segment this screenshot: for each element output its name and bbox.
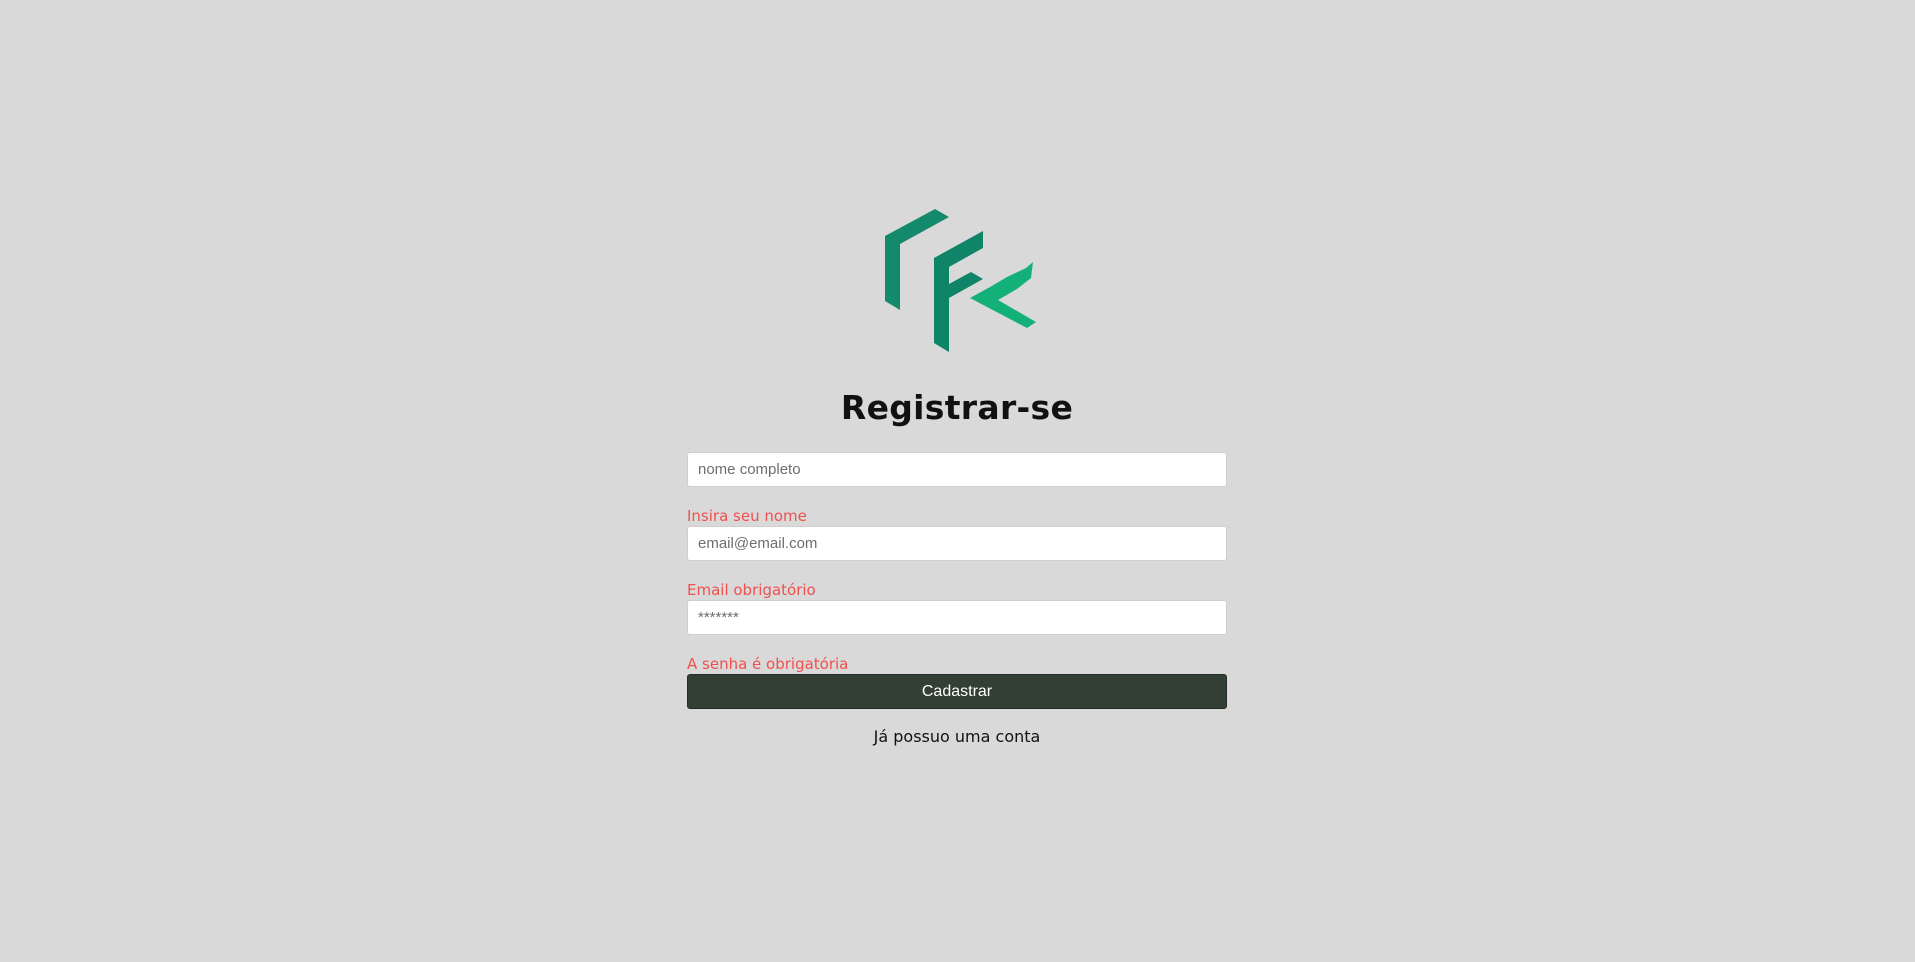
email-error-message: Email obrigatório: [687, 581, 816, 599]
register-page: Registrar-se Insira seu nome Email obrig…: [0, 0, 1915, 962]
password-error-message: A senha é obrigatória: [687, 655, 849, 673]
page-title: Registrar-se: [840, 388, 1074, 427]
fk-logo-icon: [880, 206, 1040, 354]
name-error-message: Insira seu nome: [687, 507, 807, 525]
register-form: Insira seu nome Email obrigatório A senh…: [687, 452, 1227, 746]
full-name-input[interactable]: [687, 452, 1227, 487]
password-input[interactable]: [687, 600, 1227, 635]
email-input[interactable]: [687, 526, 1227, 561]
login-link[interactable]: Já possuo uma conta: [687, 727, 1227, 746]
register-button[interactable]: Cadastrar: [687, 674, 1227, 709]
